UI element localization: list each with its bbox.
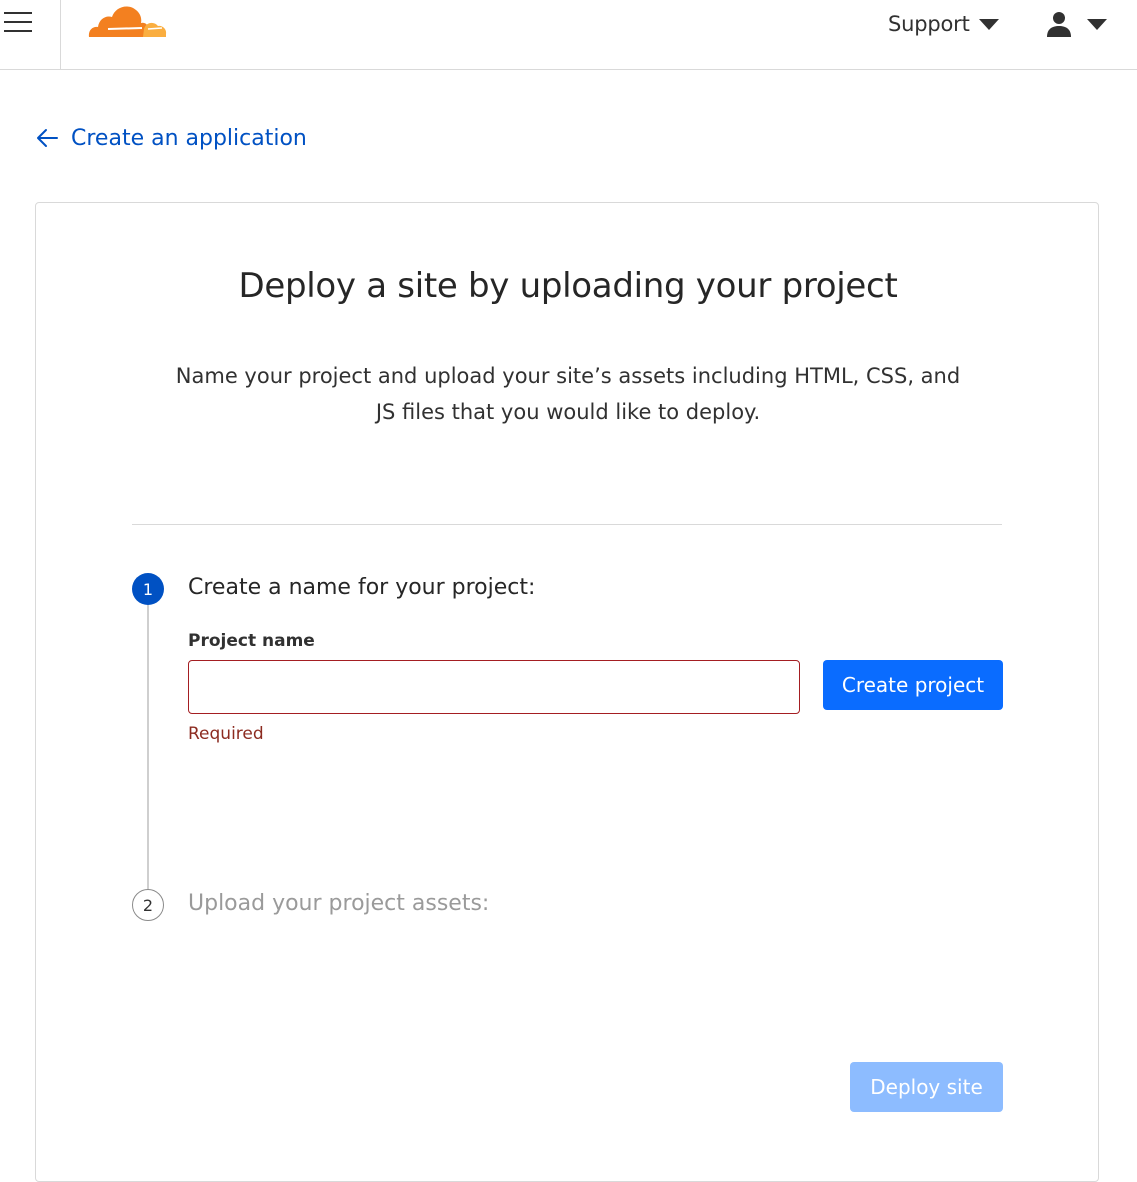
user-account-menu[interactable] <box>1046 8 1107 40</box>
step-2-title: Upload your project assets: <box>188 891 490 916</box>
project-name-label: Project name <box>188 631 315 651</box>
caret-down-icon <box>1087 18 1107 30</box>
logo-cloud-main <box>88 6 148 37</box>
hamburger-menu-icon[interactable] <box>0 0 61 69</box>
caret-down-icon <box>978 18 999 30</box>
logo-stripe <box>147 27 163 30</box>
hamburger-line <box>4 12 32 14</box>
top-navigation-bar: Support <box>0 0 1137 70</box>
logo-stripe <box>107 27 143 30</box>
back-to-create-application-link[interactable]: Create an application <box>36 122 307 154</box>
section-divider <box>132 524 1002 525</box>
create-project-button[interactable]: Create project <box>823 660 1003 710</box>
step-1-indicator: 1 <box>132 573 164 605</box>
hamburger-line <box>4 30 32 32</box>
support-label: Support <box>888 12 970 36</box>
page-title: Deploy a site by uploading your project <box>238 266 898 306</box>
support-menu[interactable]: Support <box>888 8 999 40</box>
step-connector-line <box>147 605 149 889</box>
user-account-icon <box>1047 12 1071 37</box>
back-link-label: Create an application <box>71 125 307 151</box>
arrow-left-icon <box>37 129 58 147</box>
project-name-error: Required <box>188 724 264 744</box>
page-description: Name your project and upload your site’s… <box>175 364 961 424</box>
hamburger-line <box>4 21 32 23</box>
cloudflare-logo-icon[interactable] <box>86 2 168 40</box>
deploy-upload-card: Deploy a site by uploading your project … <box>35 202 1099 1182</box>
step-2-indicator: 2 <box>132 889 164 921</box>
logo-cloud-secondary <box>143 22 167 37</box>
deploy-site-button[interactable]: Deploy site <box>850 1062 1003 1112</box>
step-1-title: Create a name for your project: <box>188 575 536 600</box>
project-name-input[interactable] <box>188 660 800 714</box>
